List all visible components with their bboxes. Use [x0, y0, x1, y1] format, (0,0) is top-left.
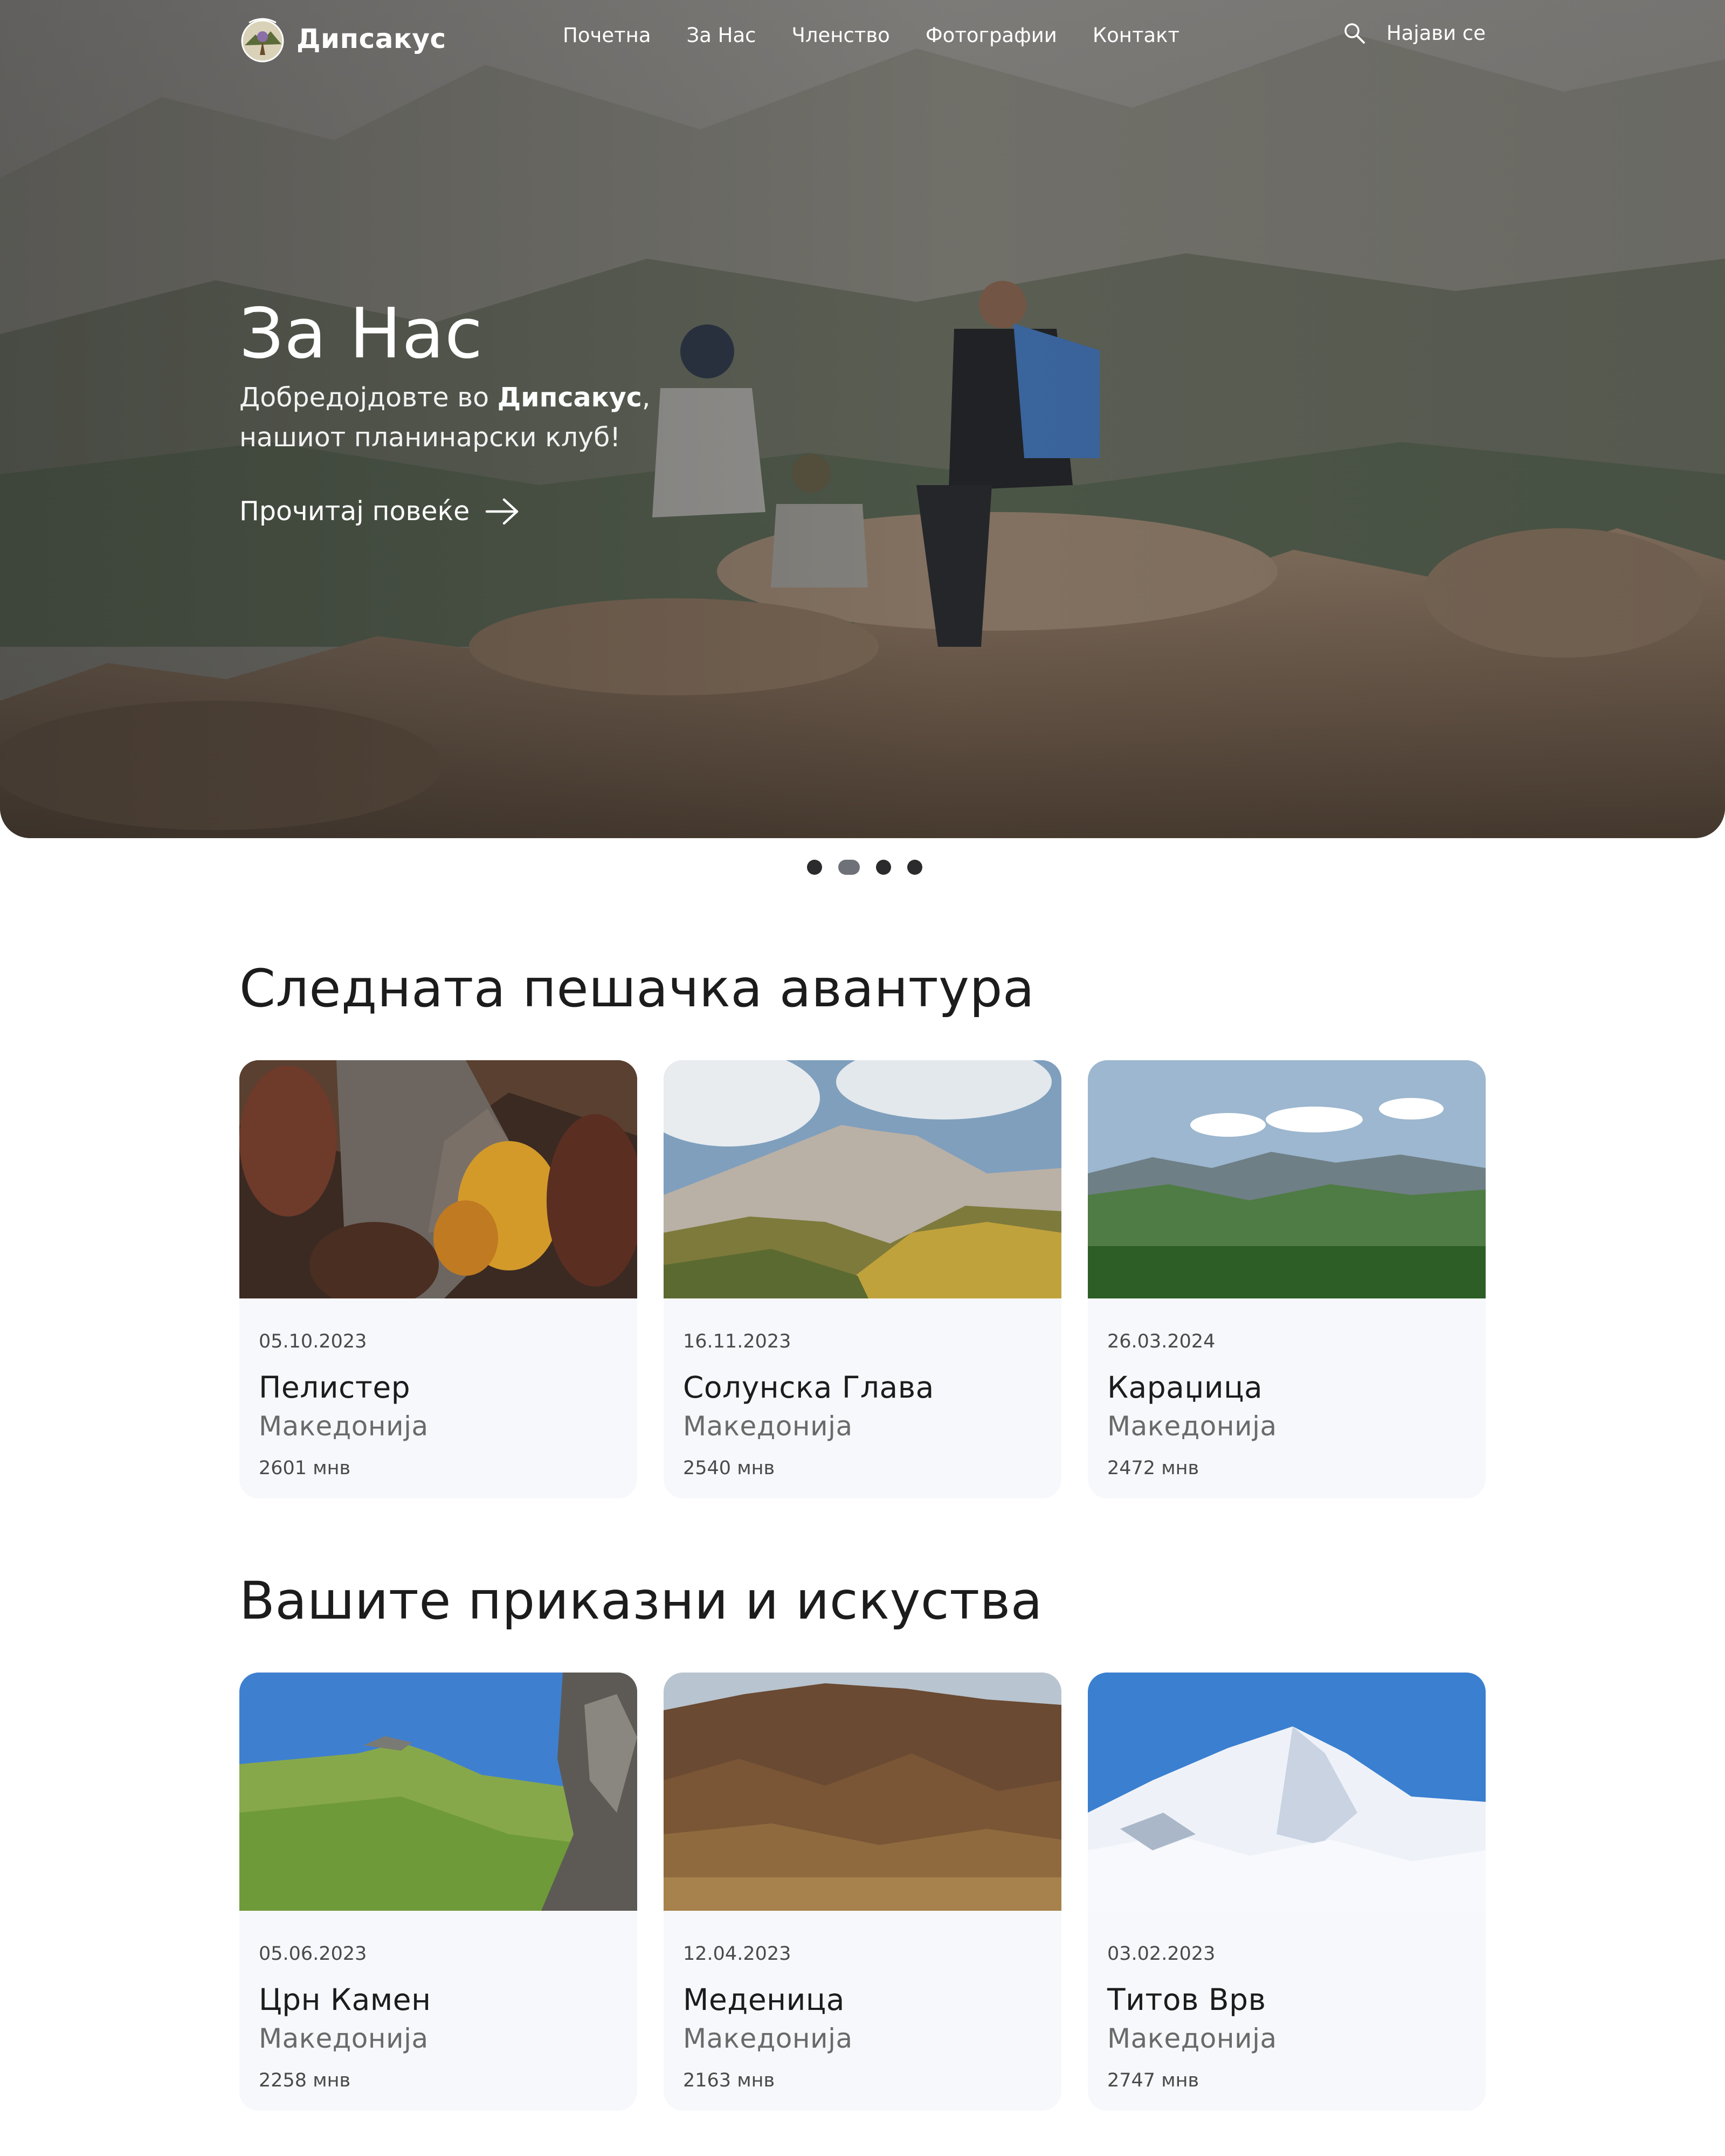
stories-section-title: Вашите приказни и искуства — [239, 1571, 1043, 1631]
card-country: Македонија — [1107, 2023, 1277, 2054]
arrow-right-icon — [486, 498, 519, 524]
carousel-dots — [807, 859, 922, 876]
medenica-photo — [664, 1673, 1061, 1911]
upcoming-section-title: Следната пешачка авантура — [239, 958, 1035, 1019]
read-more-label: Прочитај повеќе — [239, 496, 470, 527]
nav-links: Почетна За Нас Членство Фотографии Конта… — [563, 24, 1215, 47]
hero-text: За Нас Добредојдовте во Дипсакус, нашиот … — [239, 296, 778, 458]
hero-subtitle-prefix: Добредојдовте во — [239, 382, 498, 413]
carousel-dot-3[interactable] — [876, 860, 891, 875]
card-date: 03.02.2023 — [1107, 1943, 1216, 1965]
upcoming-card-solunska-glava[interactable]: 16.11.2023 Солунска Глава Македонија 254… — [664, 1060, 1061, 1498]
card-date: 26.03.2024 — [1107, 1331, 1216, 1352]
hero-subtitle-brand: Дипсакус — [497, 382, 642, 413]
nav-link-contact[interactable]: Контакт — [1093, 24, 1179, 47]
nav-link-photos[interactable]: Фотографии — [926, 24, 1057, 47]
upcoming-card-karadzica[interactable]: 26.03.2024 Караџица Македонија 2472 мнв — [1088, 1060, 1486, 1498]
upcoming-card-pelister[interactable]: 05.10.2023 Пелистер Македонија 2601 мнв — [239, 1060, 637, 1498]
read-more-link[interactable]: Прочитај повеќе — [239, 496, 520, 527]
card-elevation: 2540 мнв — [683, 1457, 775, 1479]
card-date: 05.10.2023 — [259, 1331, 367, 1352]
brand-name: Дипсакус — [296, 23, 446, 54]
card-elevation: 2163 мнв — [683, 2070, 775, 2091]
search-icon[interactable] — [1343, 22, 1366, 45]
card-title: Меденица — [683, 1982, 845, 2017]
crn-kamen-photo — [239, 1673, 637, 1911]
story-card-titov-vrv[interactable]: 03.02.2023 Титов Врв Македонија 2747 мнв — [1088, 1673, 1486, 2111]
card-elevation: 2472 мнв — [1107, 1457, 1199, 1479]
karadzica-photo — [1088, 1060, 1486, 1298]
nav-link-home[interactable]: Почетна — [563, 24, 651, 47]
story-card-crn-kamen[interactable]: 05.06.2023 Црн Камен Македонија 2258 мнв — [239, 1673, 637, 2111]
dipsacus-logo-icon — [241, 18, 284, 63]
card-date: 16.11.2023 — [683, 1331, 791, 1352]
hero-subtitle-line2: нашиот планинарски клуб! — [239, 421, 621, 453]
hero-banner: Дипсакус Почетна За Нас Членство Фотогра… — [0, 0, 1725, 838]
carousel-dot-2[interactable] — [838, 860, 860, 875]
solunska-glava-photo — [664, 1060, 1061, 1298]
card-title: Солунска Глава — [683, 1370, 934, 1405]
carousel-dot-1[interactable] — [807, 860, 822, 875]
titov-vrv-photo — [1088, 1673, 1486, 1911]
hero-title: За Нас — [239, 294, 484, 374]
card-title: Караџица — [1107, 1370, 1263, 1405]
card-country: Македонија — [259, 1411, 429, 1442]
top-navbar: Дипсакус Почетна За Нас Членство Фотогра… — [0, 0, 1725, 78]
card-elevation: 2747 мнв — [1107, 2070, 1199, 2091]
card-title: Титов Врв — [1107, 1982, 1266, 2017]
upcoming-cards: 05.10.2023 Пелистер Македонија 2601 мнв … — [239, 1060, 1486, 1498]
card-country: Македонија — [683, 2023, 853, 2054]
hero-subtitle-suffix: , — [641, 382, 651, 413]
nav-link-membership[interactable]: Членство — [792, 24, 890, 47]
card-country: Македонија — [259, 2023, 429, 2054]
hero-subtitle: Добредојдовте во Дипсакус, нашиот планина… — [239, 378, 778, 458]
login-link[interactable]: Најави се — [1386, 22, 1486, 45]
card-elevation: 2258 мнв — [259, 2070, 351, 2091]
card-country: Македонија — [683, 1411, 853, 1442]
card-title: Пелистер — [259, 1370, 411, 1405]
carousel-dot-4[interactable] — [907, 860, 922, 875]
card-country: Македонија — [1107, 1411, 1277, 1442]
nav-actions: Најави се — [1343, 22, 1486, 45]
card-date: 12.04.2023 — [683, 1943, 791, 1965]
card-title: Црн Камен — [259, 1982, 431, 2017]
story-card-medenica[interactable]: 12.04.2023 Меденица Македонија 2163 мнв — [664, 1673, 1061, 2111]
card-elevation: 2601 мнв — [259, 1457, 351, 1479]
stories-cards: 05.06.2023 Црн Камен Македонија 2258 мнв… — [239, 1673, 1486, 2111]
nav-link-about[interactable]: За Нас — [687, 24, 756, 47]
card-date: 05.06.2023 — [259, 1943, 367, 1965]
pelister-photo — [239, 1060, 637, 1298]
brand[interactable]: Дипсакус — [239, 13, 446, 65]
